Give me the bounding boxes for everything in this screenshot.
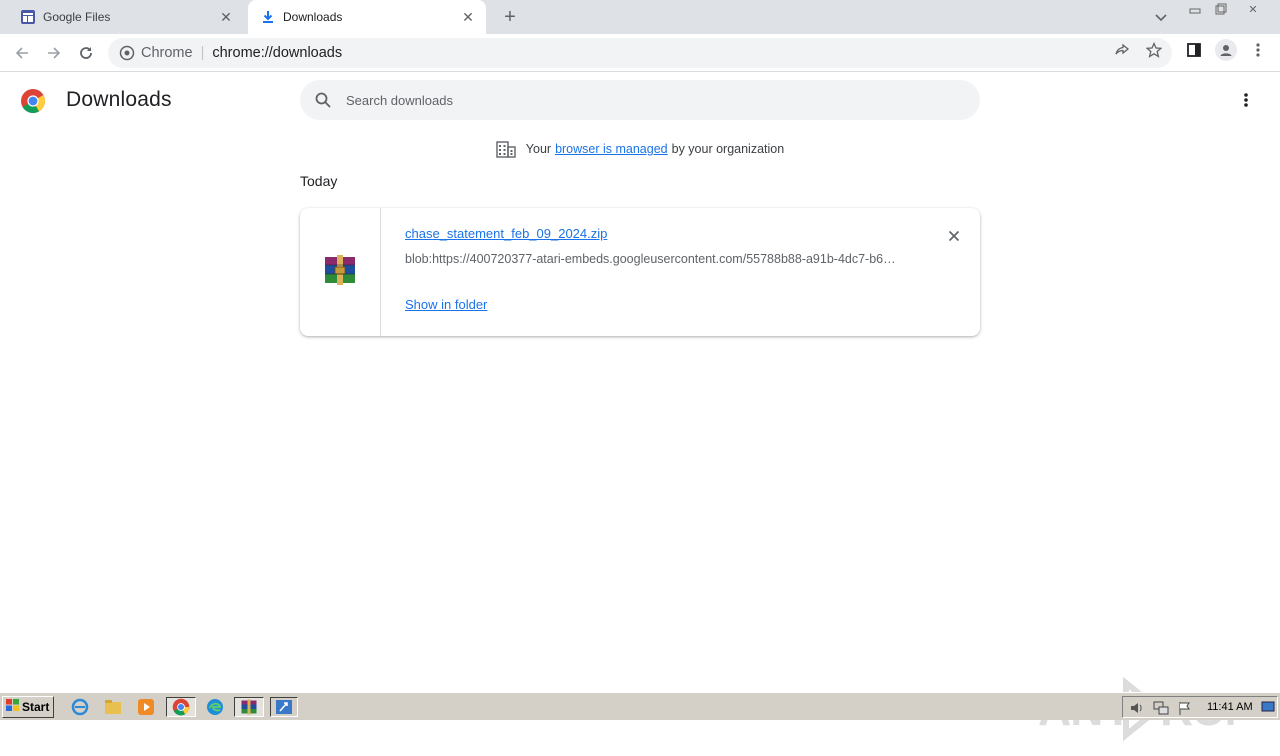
address-bar[interactable]: Chrome | chrome://downloads: [108, 38, 1172, 68]
downloads-more-menu-icon[interactable]: [1236, 90, 1256, 110]
minimize-icon[interactable]: [1184, 0, 1206, 18]
show-desktop-icon[interactable]: [1261, 701, 1275, 716]
managed-prefix: Your: [525, 142, 552, 156]
file-explorer-icon[interactable]: [101, 697, 125, 717]
side-panel-icon[interactable]: [1184, 40, 1204, 60]
app-taskbar-icon[interactable]: [270, 697, 298, 717]
taskbar-clock[interactable]: 11:41 AM: [1207, 701, 1253, 713]
forward-arrow-icon[interactable]: [43, 42, 65, 64]
share-icon[interactable]: [1112, 40, 1132, 60]
winrar-archive-icon: [323, 254, 357, 291]
google-files-icon: [20, 9, 36, 25]
action-center-flag-icon[interactable]: [1177, 700, 1193, 719]
managed-suffix: by your organization: [671, 142, 785, 156]
browser-managed-link[interactable]: browser is managed: [555, 142, 668, 156]
windows-taskbar: Start 11:41 AM: [0, 692, 1280, 720]
omnibox-chip: Chrome: [141, 45, 193, 61]
network-icon[interactable]: [1153, 700, 1169, 719]
date-header: Today: [300, 173, 338, 189]
chrome-menu-icon[interactable]: [1248, 40, 1268, 60]
remove-download-close-icon[interactable]: [944, 226, 964, 246]
start-label: Start: [22, 700, 50, 714]
chrome-secure-icon: [119, 45, 135, 61]
page-title: Downloads: [66, 88, 172, 111]
building-icon: [496, 140, 516, 158]
show-in-folder-link[interactable]: Show in folder: [405, 297, 487, 312]
restore-icon[interactable]: [1210, 0, 1232, 18]
bookmark-star-icon[interactable]: [1144, 40, 1164, 60]
download-icon: [260, 9, 276, 25]
system-tray: 11:41 AM: [1122, 696, 1278, 718]
search-input[interactable]: [346, 92, 946, 108]
back-arrow-icon[interactable]: [11, 42, 33, 64]
internet-explorer-icon[interactable]: [68, 697, 92, 717]
profile-avatar-icon[interactable]: [1215, 39, 1237, 61]
tab-label: Downloads: [283, 10, 343, 24]
managed-notice: Your browser is managed by your organiza…: [0, 140, 1280, 158]
download-filename-link[interactable]: chase_statement_feb_09_2024.zip: [405, 226, 607, 241]
winrar-taskbar-icon[interactable]: [234, 697, 264, 717]
tab-downloads[interactable]: Downloads ✕: [248, 0, 486, 34]
browser-toolbar: Chrome | chrome://downloads: [0, 34, 1280, 72]
chrome-logo-icon: [20, 88, 46, 114]
edge-icon[interactable]: [203, 697, 227, 717]
download-source-url: blob:https://400720377-atari-embeds.goog…: [405, 252, 896, 266]
reload-icon[interactable]: [75, 42, 97, 64]
chrome-taskbar-icon[interactable]: [166, 697, 196, 717]
close-tab-icon[interactable]: ✕: [460, 9, 476, 25]
search-icon: [314, 91, 332, 109]
download-item-card: chase_statement_feb_09_2024.zip blob:htt…: [300, 208, 980, 336]
search-downloads-box[interactable]: [300, 80, 980, 120]
media-player-icon[interactable]: [134, 697, 158, 717]
tab-google-files[interactable]: Google Files ✕: [0, 0, 244, 34]
close-tab-icon[interactable]: ✕: [218, 9, 234, 25]
new-tab-button[interactable]: +: [500, 7, 520, 27]
start-button[interactable]: Start: [2, 696, 54, 718]
omnibox-url[interactable]: chrome://downloads: [212, 45, 342, 61]
omnibox-separator: |: [200, 45, 205, 61]
file-icon-column: [300, 208, 381, 336]
windows-flag-icon: [6, 699, 20, 715]
tab-label: Google Files: [43, 10, 111, 24]
tab-strip: Google Files ✕ Downloads ✕ + ✕: [0, 0, 1280, 34]
close-window-icon[interactable]: ✕: [1242, 0, 1264, 18]
downloads-page: Downloads Your browser is managed by you…: [0, 72, 1280, 741]
tab-search-chevron-icon[interactable]: [1152, 8, 1170, 26]
volume-icon[interactable]: [1129, 700, 1145, 719]
